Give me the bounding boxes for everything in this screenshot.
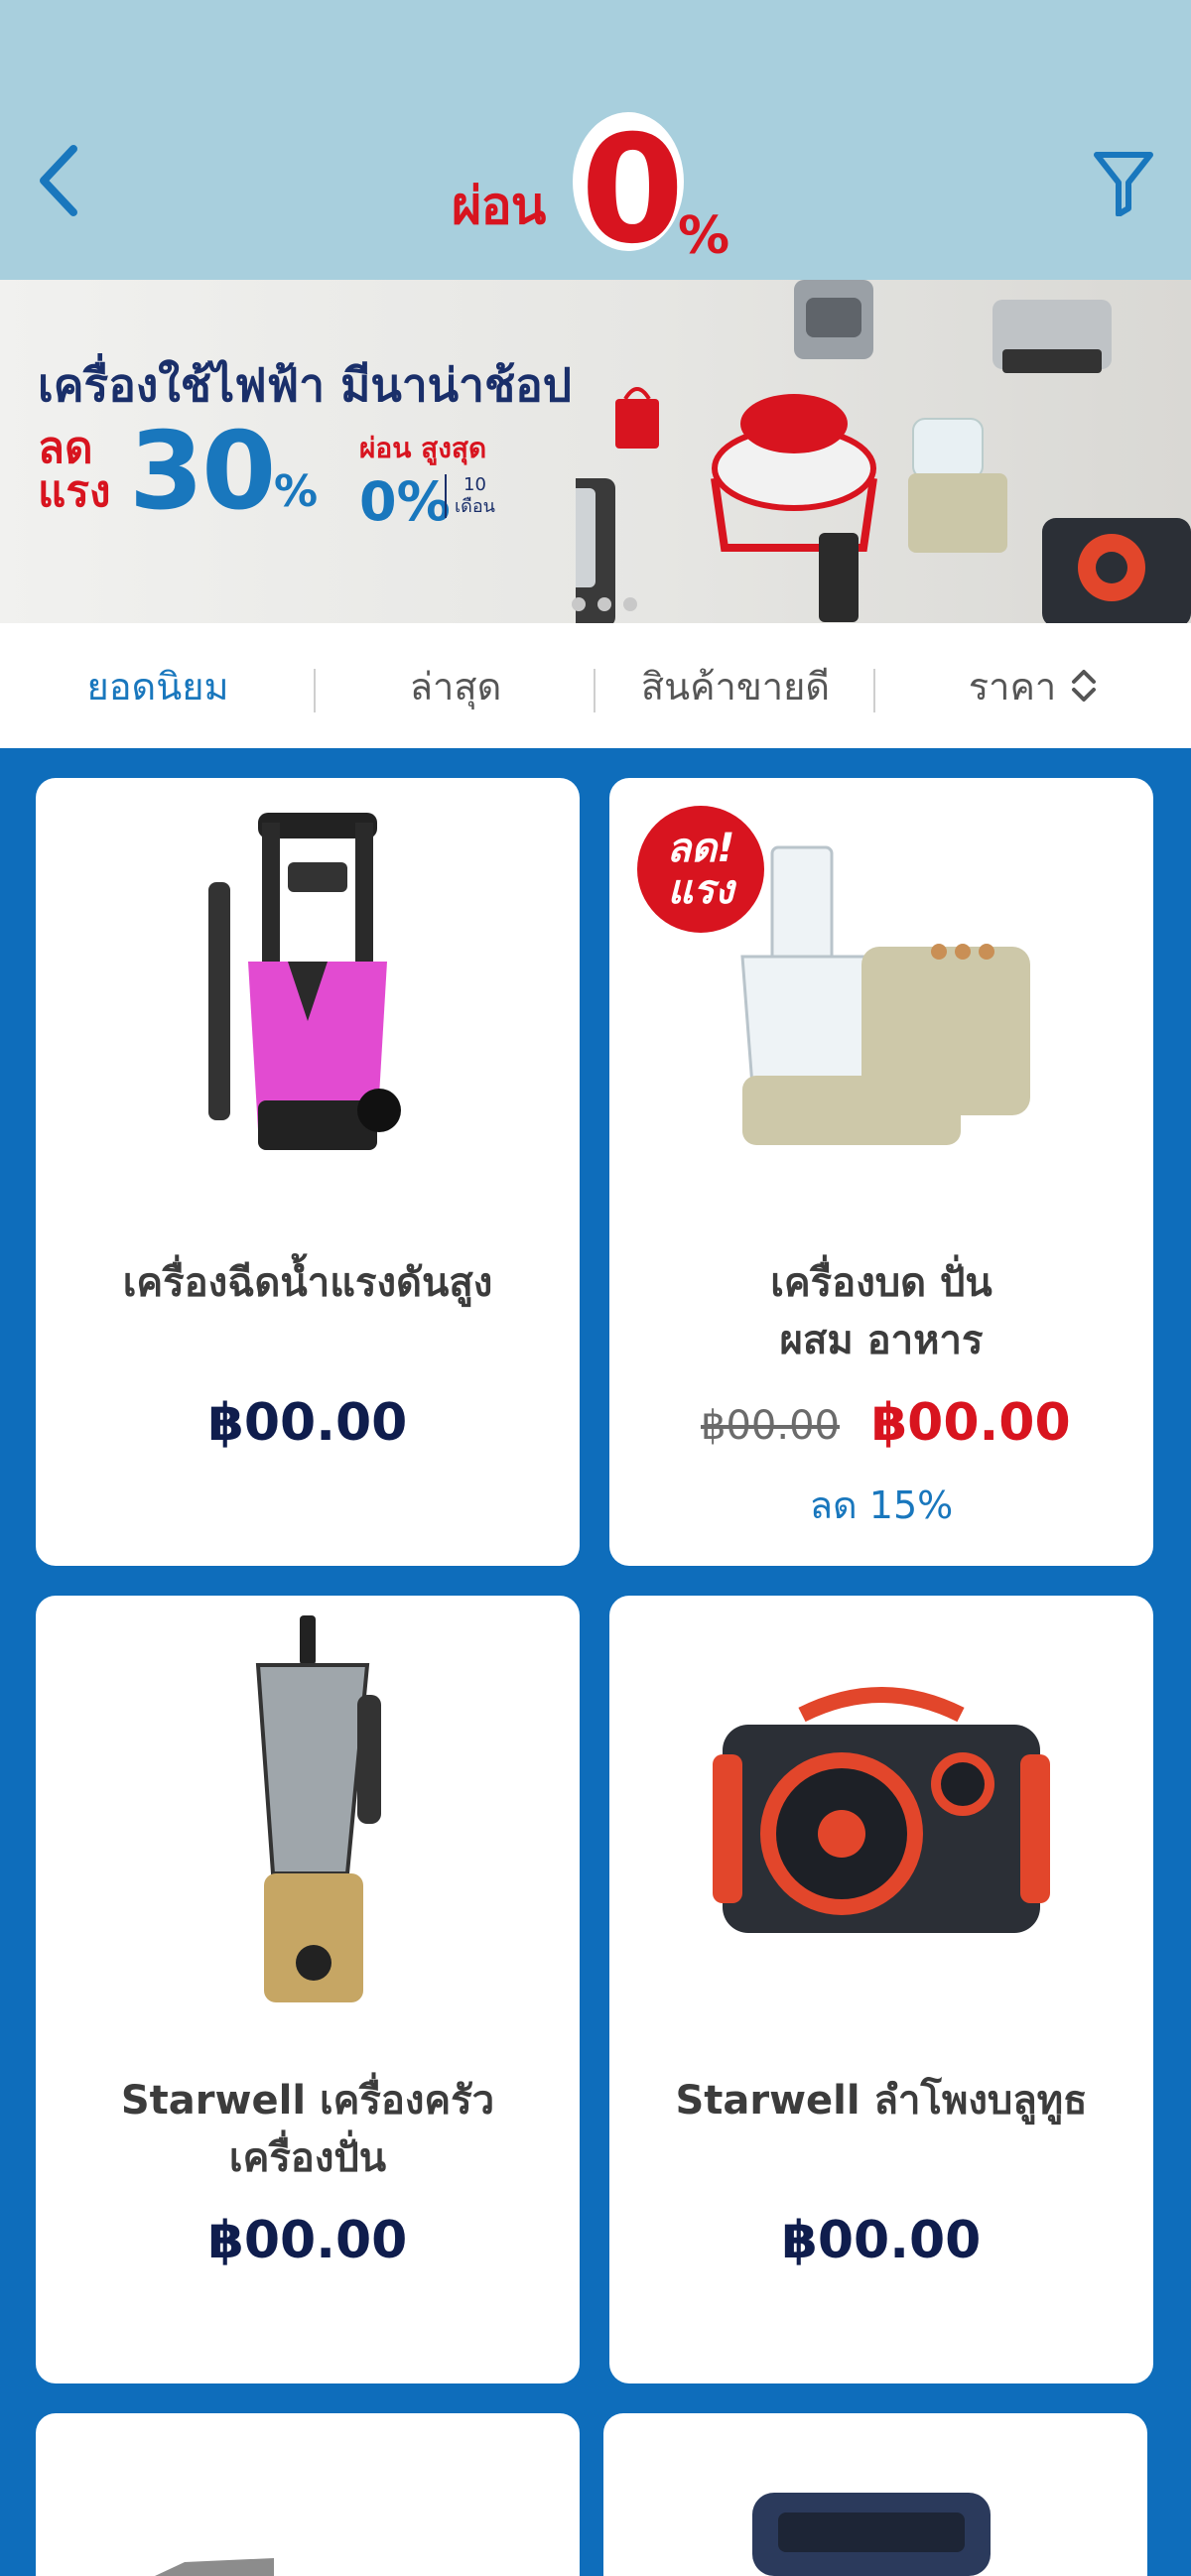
product-card[interactable]: Starwell ลำโพงบลูทูธ ฿00.00 [609, 1596, 1153, 2383]
bluetooth-speaker-image [713, 1687, 1050, 1933]
product-image [609, 1596, 1153, 2032]
blender-image [255, 1615, 381, 2002]
banner-installment-value: 0% [359, 470, 451, 533]
banner-installment-label: ผ่อน สูงสุด [359, 432, 487, 464]
banner-title: เครื่องใช้ไฟฟ้า มีนาน่าช้อป [38, 358, 573, 412]
banner-months: 10 เดือน [445, 474, 495, 518]
product-price: ฿00.00 [207, 1393, 408, 1453]
product-name: เครื่องฉีดน้ำแรงดันสูง [122, 1260, 493, 1306]
product-image-partial [752, 2493, 991, 2576]
product-discount: ลด 15% [809, 1483, 954, 1527]
sort-bestseller-label: สินค้าขายดี [640, 664, 831, 708]
filter-icon [1094, 152, 1153, 216]
product-card[interactable]: เครื่องฉีดน้ำแรงดันสูง ฿00.00 [36, 778, 580, 1566]
carousel-dot[interactable] [597, 597, 611, 611]
logo-percent: % [678, 206, 729, 263]
sort-price[interactable]: ราคา [875, 623, 1191, 748]
product-image [36, 1596, 580, 2032]
product-price: ฿00.00 [781, 2211, 982, 2270]
carousel-dot[interactable] [623, 597, 637, 611]
chevron-left-icon [40, 145, 77, 216]
promo-banner[interactable]: เครื่องใช้ไฟฟ้า มีนาน่าช้อป ลด แรง 30 % … [0, 280, 1191, 623]
product-sale-price: ฿00.00 [871, 1393, 1071, 1453]
sort-toggle-icon [1072, 670, 1097, 702]
brand-logo: ผ่อน 0 % [452, 104, 749, 263]
sort-popular-label: ยอดนิยม [86, 664, 229, 708]
product-card[interactable]: Starwell เครื่องครัว เครื่องปั่น ฿00.00 [36, 1596, 580, 2383]
product-card[interactable] [36, 2413, 580, 2576]
back-button[interactable] [28, 141, 87, 220]
banner-products-illustration [576, 280, 1191, 623]
carousel-dot[interactable] [572, 597, 586, 611]
sale-badge: ลด! แรง [637, 806, 764, 933]
sort-latest[interactable]: ล่าสุด [316, 623, 596, 748]
product-original-price: ฿00.00 [701, 1403, 840, 1449]
product-image [36, 778, 580, 1215]
app-header: ผ่อน 0 % [0, 0, 1191, 280]
product-price: ฿00.00 [207, 2211, 408, 2270]
logo-zero-graphic: 0 % [573, 104, 729, 263]
sort-latest-label: ล่าสุด [409, 664, 502, 708]
product-card[interactable]: ลด! แรง เครื่องบด ปั่น ผสม อาหาร ฿00.00 … [609, 778, 1153, 1566]
filter-button[interactable] [1084, 139, 1163, 228]
banner-discount-percent: % [274, 466, 319, 517]
banner-discount-value: 30 [129, 410, 276, 534]
sort-bestseller[interactable]: สินค้าขายดี [596, 623, 875, 748]
product-card[interactable] [603, 2413, 1147, 2576]
product-name: เครื่องบด ปั่น ผสม อาหาร [770, 1260, 992, 1363]
product-image-partial [155, 2558, 274, 2576]
product-name: Starwell ลำโพงบลูทูธ [675, 2078, 1088, 2124]
sort-popular[interactable]: ยอดนิยม [0, 623, 316, 748]
sort-price-label: ราคา [968, 664, 1057, 708]
pressure-washer-image [208, 813, 401, 1150]
product-name: Starwell เครื่องครัว เครื่องปั่น [120, 2078, 495, 2181]
sort-bar: ยอดนิยม ล่าสุด สินค้าขายดี ราคา [0, 623, 1191, 748]
carousel-dots[interactable] [572, 597, 637, 611]
banner-discount-label: ลด แรง [38, 423, 111, 517]
logo-zero: 0 [581, 104, 684, 263]
